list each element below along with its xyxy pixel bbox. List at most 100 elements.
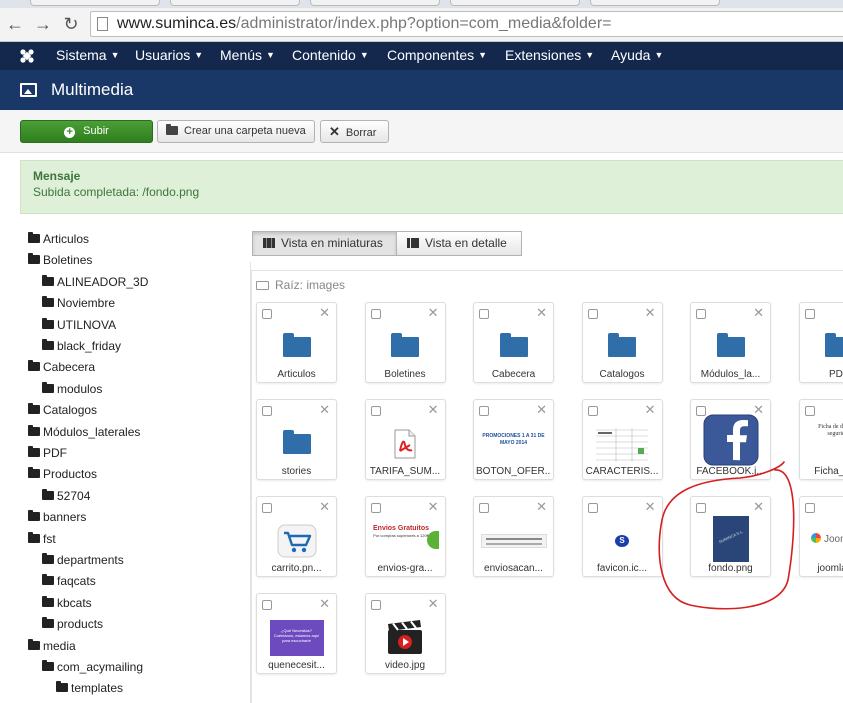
browser-tab[interactable]	[590, 0, 720, 6]
media-file-item[interactable]: ✕Joomla!joomla_...	[798, 496, 843, 577]
browser-tab[interactable]	[30, 0, 160, 6]
tree-folder-item[interactable]: PDF	[28, 446, 67, 460]
delete-x-icon[interactable]: ✕	[319, 596, 330, 612]
delete-x-icon[interactable]: ✕	[319, 305, 330, 321]
select-checkbox[interactable]	[262, 309, 272, 319]
select-checkbox[interactable]	[804, 406, 815, 416]
tree-folder-item[interactable]: ALINEADOR_3D	[42, 274, 148, 289]
media-file-item[interactable]: ✕ carrito.pn...	[256, 496, 337, 577]
select-checkbox[interactable]	[696, 503, 706, 513]
forward-arrow-icon[interactable]: →	[32, 13, 54, 35]
select-checkbox[interactable]	[479, 503, 489, 513]
upload-button[interactable]: + Subir	[20, 120, 153, 143]
menu-menus[interactable]: Menús ▼	[220, 47, 275, 63]
select-checkbox[interactable]	[370, 406, 381, 416]
browser-tab[interactable]	[170, 0, 300, 6]
media-file-item[interactable]: ✕ FACEBOOK.j...	[690, 399, 771, 480]
media-folder-item[interactable]: ✕ Catalogos	[581, 302, 663, 383]
tree-folder-item[interactable]: Articulos	[28, 232, 89, 246]
select-checkbox[interactable]	[370, 503, 381, 513]
tree-folder-item[interactable]: Módulos_laterales	[28, 424, 140, 439]
tree-folder-item[interactable]: black_friday	[42, 339, 121, 353]
select-checkbox[interactable]	[804, 309, 815, 319]
media-file-item[interactable]: ✕ SUMINCA S.L. fondo.png	[690, 496, 771, 577]
media-folder-item[interactable]: ✕ Articulos	[256, 302, 337, 383]
select-checkbox[interactable]	[479, 406, 489, 416]
delete-x-icon[interactable]: ✕	[753, 499, 764, 515]
new-folder-button[interactable]: Crear una carpeta nueva	[157, 120, 315, 143]
tree-folder-item[interactable]: fst	[28, 531, 56, 546]
folder-icon	[42, 488, 54, 500]
tree-folder-item[interactable]: 52704	[42, 488, 90, 503]
media-file-item[interactable]: ✕Ficha de datos de seguridadFicha_de...	[798, 399, 843, 480]
delete-x-icon[interactable]: ✕	[319, 402, 330, 418]
thumbnail-view-button[interactable]: Vista en miniaturas	[252, 231, 397, 256]
tree-folder-item[interactable]: Noviembre	[42, 296, 115, 310]
tree-folder-item[interactable]: banners	[28, 510, 86, 524]
tree-folder-item[interactable]: kbcats	[42, 595, 92, 610]
media-file-item[interactable]: ✕ TARIFA_SUM...	[364, 399, 446, 480]
joomla-logo-icon[interactable]	[18, 47, 36, 65]
menu-contenido[interactable]: Contenido ▼	[292, 47, 369, 63]
media-folder-item[interactable]: ✕ Cabecera	[473, 302, 554, 383]
media-folder-item[interactable]: ✕ Boletines	[364, 302, 446, 383]
media-file-item[interactable]: ✕ CARACTERIS...	[581, 399, 663, 480]
delete-x-icon[interactable]: ✕	[645, 402, 656, 418]
delete-x-icon[interactable]: ✕	[753, 305, 764, 321]
select-checkbox[interactable]	[262, 600, 272, 610]
delete-x-icon[interactable]: ✕	[645, 499, 656, 515]
tree-folder-item[interactable]: faqcats	[42, 574, 96, 588]
select-checkbox[interactable]	[262, 406, 272, 416]
media-file-item[interactable]: ✕ Sfavicon.ic...	[581, 496, 663, 577]
menu-sistema[interactable]: Sistema ▼	[56, 47, 120, 63]
tree-folder-item[interactable]: UTILNOVA	[42, 317, 116, 332]
tree-folder-item[interactable]: departments	[42, 553, 124, 567]
browser-tab[interactable]	[310, 0, 440, 6]
tree-folder-item[interactable]: Boletines	[28, 253, 92, 267]
media-file-item[interactable]: ✕ video.jpg	[364, 593, 446, 674]
tree-folder-item[interactable]: media	[28, 638, 76, 653]
select-checkbox[interactable]	[262, 503, 272, 513]
menu-usuarios[interactable]: Usuarios ▼	[135, 47, 203, 63]
tree-folder-item[interactable]: Cabecera	[28, 360, 95, 374]
delete-x-icon[interactable]: ✕	[536, 305, 547, 321]
browser-tab[interactable]	[450, 0, 580, 6]
media-folder-item[interactable]: ✕ Módulos_la...	[690, 302, 771, 383]
delete-x-icon[interactable]: ✕	[645, 305, 656, 321]
select-checkbox[interactable]	[696, 309, 706, 319]
reload-icon[interactable]: ↻	[60, 13, 82, 35]
back-arrow-icon[interactable]: ←	[4, 13, 26, 35]
media-folder-item[interactable]: ✕ stories	[256, 399, 337, 480]
address-bar[interactable]: www.suminca.es/administrator/index.php?o…	[90, 11, 843, 37]
delete-x-icon[interactable]: ✕	[428, 596, 439, 612]
media-file-item[interactable]: ✕ ¿Qué Necesitas? Cuéntanos, estamos aquí…	[256, 593, 337, 674]
detail-view-button[interactable]: Vista en detalle	[396, 231, 522, 256]
select-checkbox[interactable]	[370, 309, 381, 319]
media-file-item[interactable]: ✕ enviosacan...	[473, 496, 554, 577]
menu-extensiones[interactable]: Extensiones ▼	[505, 47, 594, 63]
select-checkbox[interactable]	[587, 503, 598, 513]
tree-folder-item[interactable]: com_acymailing	[42, 660, 143, 674]
select-checkbox[interactable]	[479, 309, 489, 319]
delete-x-icon[interactable]: ✕	[536, 402, 547, 418]
tree-folder-item[interactable]: Catalogos	[28, 403, 97, 417]
delete-x-icon[interactable]: ✕	[428, 499, 439, 515]
select-checkbox[interactable]	[804, 503, 815, 513]
tree-folder-item[interactable]: templates	[56, 681, 123, 695]
media-folder-item[interactable]: ✕PDF	[798, 302, 843, 383]
select-checkbox[interactable]	[370, 600, 381, 610]
select-checkbox[interactable]	[587, 309, 598, 319]
tree-folder-item[interactable]: products	[42, 617, 103, 631]
select-checkbox[interactable]	[587, 406, 598, 416]
delete-x-icon[interactable]: ✕	[428, 402, 439, 418]
tree-folder-item[interactable]: modulos	[42, 381, 102, 396]
delete-x-icon[interactable]: ✕	[428, 305, 439, 321]
menu-ayuda[interactable]: Ayuda ▼	[611, 47, 663, 63]
media-file-item[interactable]: ✕ Envios Gratuitos Por compras superiores …	[364, 496, 446, 577]
delete-x-icon[interactable]: ✕	[536, 499, 547, 515]
tree-folder-item[interactable]: Productos	[28, 467, 97, 481]
media-file-item[interactable]: ✕ PROMOCIONES 1 A 31 DE MAYO 2014 BOTON_OF…	[473, 399, 554, 480]
delete-x-icon[interactable]: ✕	[319, 499, 330, 515]
delete-button[interactable]: ✕ Borrar	[320, 120, 389, 143]
menu-componentes[interactable]: Componentes ▼	[387, 47, 487, 63]
